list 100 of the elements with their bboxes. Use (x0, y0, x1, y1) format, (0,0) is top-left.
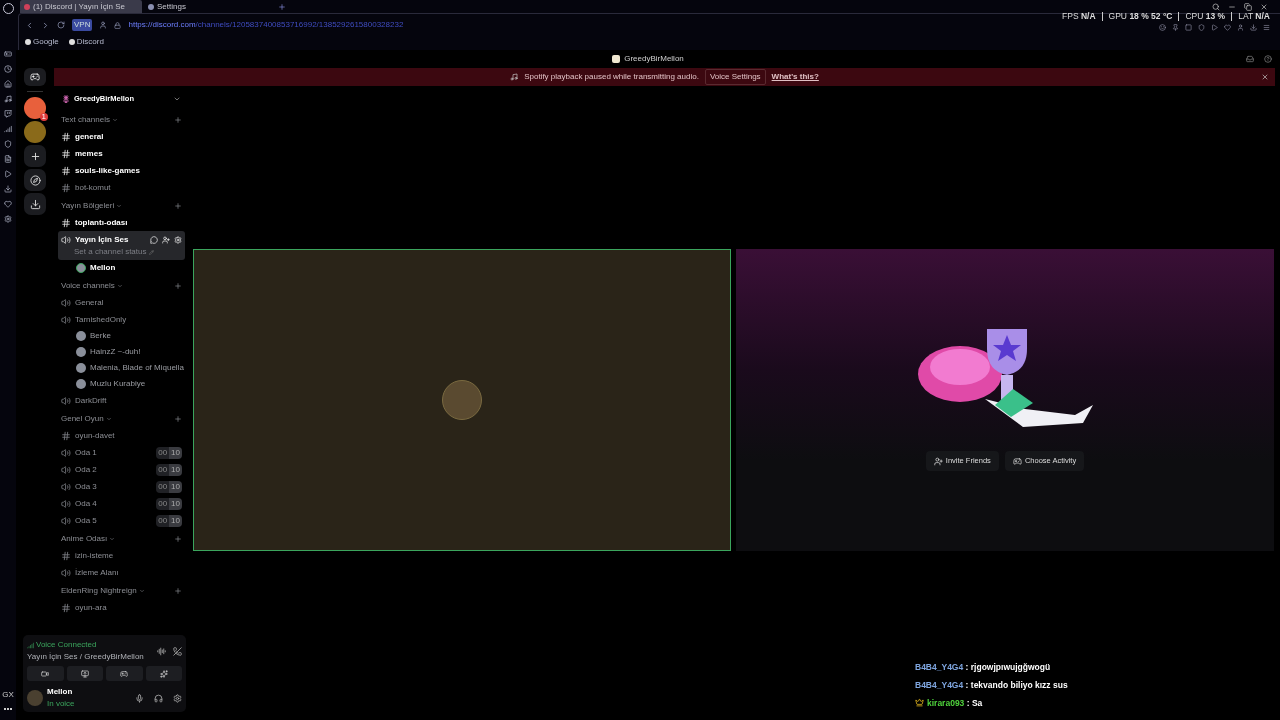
sidebar-icon[interactable] (4, 110, 12, 118)
sidebar-icon[interactable] (4, 170, 12, 178)
channel-item[interactable]: general (58, 128, 185, 145)
channel-item[interactable]: oyun-davet (58, 427, 185, 444)
sidebar-icon[interactable] (4, 80, 12, 88)
mic-icon[interactable] (135, 693, 144, 703)
channel-item[interactable]: toplantı-odası (58, 214, 185, 231)
settings-icon[interactable] (173, 693, 182, 703)
channel-item[interactable]: Oda 3 00 10 (58, 478, 185, 495)
category-name[interactable]: Genel Oyun (61, 413, 104, 425)
channel-item[interactable]: Oda 1 00 10 (58, 444, 185, 461)
activity-button[interactable] (106, 666, 143, 681)
channel-item[interactable]: bot-komut (58, 179, 185, 196)
sparkles-icon (159, 669, 168, 678)
camera-icon (41, 669, 50, 678)
bookmark[interactable]: Google (25, 36, 59, 48)
sidebar-icon[interactable] (4, 125, 12, 133)
screen-share-button[interactable] (66, 666, 103, 681)
sidebar-icon[interactable] (4, 65, 12, 73)
sidebar-icon[interactable] (4, 200, 12, 208)
category-name[interactable]: Anime Odası (61, 533, 108, 545)
restore-icon[interactable] (1244, 3, 1252, 11)
chevron-down-icon (105, 416, 112, 422)
close-icon[interactable] (1260, 3, 1268, 11)
sidebar-icon[interactable] (4, 185, 12, 193)
search-icon[interactable] (1212, 3, 1220, 11)
channel-item[interactable]: DarkDrift (58, 392, 185, 409)
voice-channel[interactable]: Yayın İçin Ses / GreedyBirMellon (27, 651, 157, 663)
channel-item[interactable]: Yayın İçin Ses Set a channel status (58, 231, 185, 260)
channel-item[interactable]: General (58, 294, 185, 311)
download-button[interactable] (24, 193, 46, 215)
add-channel-icon (174, 587, 182, 595)
sidebar-icon[interactable] (4, 95, 12, 103)
hash-icon (61, 131, 71, 142)
chat-icon (150, 235, 158, 244)
notification-badge: 1 (39, 113, 48, 121)
channel-item[interactable]: souls-like-games (58, 162, 185, 179)
soundboard-button[interactable] (145, 666, 182, 681)
noise-icon[interactable] (157, 646, 166, 656)
browser-tab[interactable]: Settings (144, 0, 266, 13)
close-icon[interactable] (1261, 73, 1269, 81)
channel-name: DarkDrift (75, 394, 107, 407)
bookmark[interactable]: Discord (68, 36, 104, 48)
video-tile[interactable] (193, 249, 731, 551)
channel-name: Oda 3 (75, 480, 97, 493)
channel-item[interactable]: İzleme Alanı (58, 564, 185, 581)
channel-item[interactable]: izin-isteme (58, 547, 185, 564)
sidebar-icon[interactable] (4, 155, 12, 163)
user-limit: 00 (156, 497, 170, 510)
sidebar-badge[interactable]: GX (2, 689, 14, 701)
toolbar-icon[interactable] (1198, 23, 1205, 31)
new-tab-icon (278, 2, 286, 11)
disconnect-icon[interactable] (173, 646, 182, 656)
speaker-icon (61, 447, 71, 458)
settings-icon (174, 235, 182, 244)
channel-status[interactable]: Set a channel status (74, 246, 147, 258)
sidebar-icon[interactable] (4, 215, 12, 223)
member-name[interactable]: Malenia, Blade of Miquella (90, 362, 184, 374)
category-name[interactable]: Voice channels (61, 280, 115, 292)
discover-button[interactable] (24, 169, 46, 191)
server-icon[interactable] (24, 121, 46, 143)
browser-tab[interactable]: (1) Discord | Yayın İçin Se (20, 0, 142, 13)
channel-item[interactable]: Oda 4 00 10 (58, 495, 185, 512)
channel-item[interactable]: oyun-ara (58, 599, 185, 616)
category-name[interactable]: Yayın Bölgeleri (61, 200, 115, 212)
category-name[interactable]: Text channels (61, 114, 110, 126)
toolbar-icon[interactable] (1250, 23, 1257, 31)
channel-item[interactable]: memes (58, 145, 185, 162)
toolbar-icon[interactable] (1263, 23, 1270, 31)
channel-item[interactable]: TarnishedOnly (58, 311, 185, 328)
headphones-icon[interactable] (154, 693, 163, 703)
user-limit: 10 (169, 446, 182, 459)
chevron-down-icon (116, 283, 123, 289)
toolbar-icon[interactable] (1237, 23, 1244, 31)
member-name[interactable]: HainzZ ~-duh! (90, 346, 141, 358)
toolbar-icon[interactable] (1172, 23, 1179, 31)
vpn-badge[interactable]: VPN (72, 19, 93, 31)
channel-item[interactable]: Oda 2 00 10 (58, 461, 185, 478)
voice-settings-button[interactable]: Voice Settings (704, 69, 766, 85)
whats-this-link[interactable]: What's this? (771, 71, 819, 83)
camera-button[interactable] (27, 666, 64, 681)
member-name[interactable]: Berke (90, 330, 111, 342)
toolbar-icon[interactable] (1159, 23, 1166, 31)
sidebar-icon[interactable] (4, 50, 12, 58)
member-name[interactable]: Mellon (90, 262, 116, 274)
chevron-down-icon (111, 117, 118, 123)
screen-icon (80, 669, 89, 678)
address-bar[interactable]: https://discord.com/channels/1205837400853716992/1385292615800328232 (128, 19, 404, 31)
chevron-down-icon (116, 203, 123, 209)
member-name[interactable]: Muzlu Kurabiye (90, 378, 146, 390)
server-icon[interactable] (24, 97, 46, 119)
category-name[interactable]: EldenRing Nightreign (61, 585, 137, 597)
sidebar-icon[interactable] (4, 140, 12, 148)
performance-stat: FPS N/A (1062, 10, 1096, 23)
add-channel-icon (174, 535, 182, 543)
add-server-button[interactable] (24, 145, 46, 167)
discord-home-button[interactable] (24, 68, 46, 86)
user-limit: 00 (156, 446, 170, 459)
toolbar-icon[interactable] (1185, 23, 1192, 31)
channel-item[interactable]: Oda 5 00 10 (58, 512, 185, 529)
